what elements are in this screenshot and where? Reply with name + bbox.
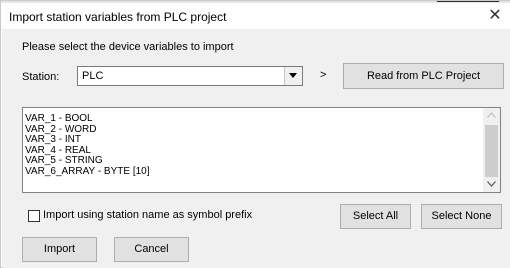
- prefix-checkbox[interactable]: [28, 210, 40, 222]
- variable-list-items: VAR_1 - BOOL VAR_2 - WORD VAR_3 - INT VAR_4…: [25, 113, 150, 178]
- instruction-text: Please select the device variables to im…: [22, 41, 234, 53]
- close-icon[interactable]: ✕: [484, 5, 506, 27]
- cancel-button[interactable]: Cancel: [114, 237, 189, 262]
- station-label: Station:: [22, 71, 60, 83]
- top-edge-line: [437, 1, 499, 2]
- list-item[interactable]: VAR_6_ARRAY - BYTE [10]: [25, 166, 150, 178]
- title-bar[interactable]: Import station variables from PLC projec…: [1, 3, 510, 29]
- dialog-body: Please select the device variables to im…: [2, 29, 510, 268]
- chevron-down-icon: [289, 73, 297, 78]
- arrow-glyph: >: [320, 69, 327, 81]
- list-item[interactable]: VAR_1 - BOOL: [25, 113, 150, 125]
- vertical-scrollbar[interactable]: [483, 108, 500, 192]
- import-dialog: Import station variables from PLC projec…: [0, 0, 510, 268]
- scrollbar-thumb[interactable]: [485, 125, 498, 177]
- prefix-checkbox-label[interactable]: Import using station name as symbol pref…: [43, 209, 252, 221]
- select-none-button[interactable]: Select None: [421, 204, 502, 229]
- scroll-down-arrow-icon[interactable]: [487, 181, 496, 187]
- scroll-up-arrow-icon[interactable]: [487, 112, 496, 118]
- import-button[interactable]: Import: [22, 237, 97, 262]
- read-from-plc-button[interactable]: Read from PLC Project: [343, 63, 504, 89]
- select-all-button[interactable]: Select All: [340, 204, 411, 229]
- station-dropdown[interactable]: PLC: [77, 66, 303, 86]
- window-title: Import station variables from PLC projec…: [9, 10, 227, 24]
- station-value: PLC: [82, 70, 104, 82]
- variable-list[interactable]: VAR_1 - BOOL VAR_2 - WORD VAR_3 - INT VAR_4…: [22, 107, 501, 193]
- dropdown-button[interactable]: [284, 67, 302, 85]
